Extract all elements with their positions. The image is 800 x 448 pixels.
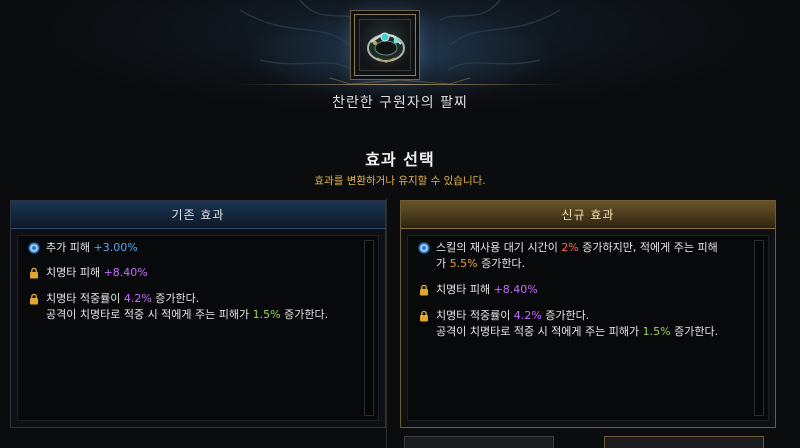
bracelet-icon bbox=[367, 32, 405, 63]
confirm-button[interactable] bbox=[604, 436, 764, 448]
effect-text: 가 bbox=[436, 257, 450, 270]
effect-text: 공격이 치명타로 적중 시 적에게 주는 피해가 bbox=[46, 308, 253, 321]
effect-text: 치명타 피해 bbox=[436, 283, 494, 296]
existing-effect-panel[interactable]: 기존 효과 추가 피해 +3.00% 치명타 피해 +8.40% 치명타 적중률… bbox=[10, 200, 386, 428]
effect-item: 치명타 적중률이 4.2% 증가한다. 공격이 치명타로 적중 시 적에게 주는… bbox=[28, 291, 356, 323]
effect-text: 증가한다. bbox=[280, 308, 329, 321]
effect-value: +8.40% bbox=[493, 283, 538, 296]
effect-text: 치명타 적중률이 bbox=[46, 292, 124, 305]
shield-icon bbox=[28, 242, 40, 254]
item-slot bbox=[354, 14, 416, 76]
new-effect-list: 스킬의 재사용 대기 시간이 2% 증가하지만, 적에게 주는 피해 가 5.5… bbox=[407, 235, 769, 421]
effect-text: 증가한다. bbox=[541, 309, 590, 322]
effect-item: 추가 피해 +3.00% bbox=[28, 240, 356, 256]
effect-value: +8.40% bbox=[103, 266, 148, 279]
page-subtitle: 효과를 변환하거나 유지할 수 있습니다. bbox=[314, 175, 486, 187]
material-slot[interactable] bbox=[404, 436, 554, 448]
panel-divider bbox=[386, 198, 387, 448]
effect-text: 증가한다. bbox=[477, 257, 526, 270]
bottom-action-bar bbox=[0, 434, 800, 448]
effect-value: 1.5% bbox=[252, 308, 281, 321]
effect-text: 스킬의 재사용 대기 시간이 bbox=[436, 241, 562, 254]
effect-text: 증가한다. bbox=[670, 325, 719, 338]
effect-value: 4.2% bbox=[123, 292, 152, 305]
effect-text: 증가하지만, 적에게 주는 피해 bbox=[578, 241, 718, 254]
shield-icon bbox=[418, 242, 430, 254]
effect-text: 공격이 치명타로 적중 시 적에게 주는 피해가 bbox=[436, 325, 643, 338]
effect-value: 5.5% bbox=[449, 257, 478, 270]
new-effect-panel[interactable]: 신규 효과 스킬의 재사용 대기 시간이 2% 증가하지만, 적에게 주는 피해… bbox=[400, 200, 776, 428]
effect-text: 증가한다. bbox=[151, 292, 200, 305]
effect-text: 치명타 피해 bbox=[46, 266, 104, 279]
effect-value: 4.2% bbox=[513, 309, 542, 322]
page-title: 효과 선택 bbox=[365, 150, 435, 169]
scrollbar[interactable] bbox=[754, 240, 764, 416]
existing-effect-list: 추가 피해 +3.00% 치명타 피해 +8.40% 치명타 적중률이 4.2%… bbox=[17, 235, 379, 421]
item-name: 찬란한 구원자의 팔찌 bbox=[332, 95, 468, 111]
effect-item: 치명타 적중률이 4.2% 증가한다. 공격이 치명타로 적중 시 적에게 주는… bbox=[418, 308, 746, 340]
effect-item: 치명타 피해 +8.40% bbox=[28, 265, 356, 281]
lock-icon bbox=[420, 284, 428, 296]
effect-value: 2% bbox=[561, 241, 579, 254]
lock-icon bbox=[420, 310, 428, 322]
lock-icon bbox=[30, 267, 38, 279]
title-divider bbox=[235, 84, 565, 85]
scrollbar[interactable] bbox=[364, 240, 374, 416]
lock-icon bbox=[30, 293, 38, 305]
effect-item: 치명타 피해 +8.40% bbox=[418, 282, 746, 298]
effect-text: 치명타 적중률이 bbox=[436, 309, 514, 322]
effect-text: 추가 피해 bbox=[46, 241, 94, 254]
effect-value: 1.5% bbox=[642, 325, 671, 338]
new-effect-title: 신규 효과 bbox=[401, 201, 775, 229]
existing-effect-title: 기존 효과 bbox=[11, 201, 385, 229]
effect-item: 스킬의 재사용 대기 시간이 2% 증가하지만, 적에게 주는 피해 가 5.5… bbox=[418, 240, 746, 272]
effect-value: +3.00% bbox=[93, 241, 138, 254]
